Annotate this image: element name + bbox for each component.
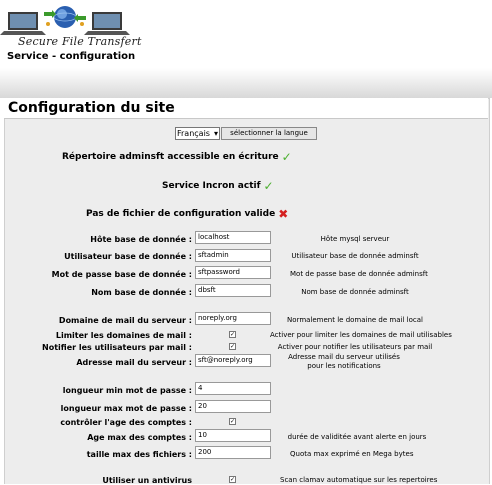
db-user-input[interactable]: sftadmin xyxy=(195,249,271,262)
cross-icon: ✖ xyxy=(278,207,289,221)
db-name-label: Nom base de donnée : xyxy=(91,288,192,297)
db-name-input[interactable]: dbsft xyxy=(195,284,271,297)
status-text: Service Incron actif xyxy=(162,181,261,191)
pw-min-input[interactable]: 4 xyxy=(195,382,271,395)
mail-limit-help: Activer pour limiter les domaines de mai… xyxy=(270,331,452,339)
age-max-help: durée de validitée avant alerte en jours xyxy=(287,433,427,441)
mail-notify-checkbox[interactable]: ✓ xyxy=(229,343,236,350)
antivirus-label: Utiliser un antivirus xyxy=(102,476,192,485)
check-icon: ✓ xyxy=(263,179,274,193)
pw-min-label: longueur min mot de passe : xyxy=(62,386,192,395)
db-host-help: Hôte mysql serveur xyxy=(320,235,390,243)
mail-limit-checkbox[interactable]: ✓ xyxy=(229,331,236,338)
mail-address-input[interactable]: sft@noreply.org xyxy=(195,354,271,367)
antivirus-checkbox[interactable]: ✓ xyxy=(229,476,236,483)
db-host-input[interactable]: localhost xyxy=(195,231,271,244)
pw-max-input[interactable]: 20 xyxy=(195,400,271,413)
db-user-help: Utilisateur base de donnée adminsft xyxy=(291,252,419,260)
check-icon: ✓ xyxy=(281,150,292,164)
mail-domain-help: Normalement le domaine de mail local xyxy=(287,316,423,324)
age-check-checkbox[interactable]: ✓ xyxy=(229,418,236,425)
status-config: Pas de fichier de configuration valide ✖ xyxy=(86,207,288,221)
age-check-label: contrôler l'age des comptes : xyxy=(60,418,192,427)
panel-title-divider xyxy=(4,118,488,119)
age-max-label: Age max des comptes : xyxy=(87,433,192,442)
page-subtitle: Service - configuration xyxy=(7,51,136,62)
db-user-label: Utilisateur base de donnée : xyxy=(64,252,192,261)
pw-max-label: longueur max mot de passe : xyxy=(60,404,192,413)
db-name-help: Nom base de donnée adminsft xyxy=(301,288,409,296)
status-incron: Service Incron actif ✓ xyxy=(162,179,274,193)
select-language-button[interactable]: sélectionner la langue xyxy=(221,127,317,140)
db-password-input[interactable]: sftpassword xyxy=(195,266,271,279)
header-separator xyxy=(0,68,492,98)
logo-text: Secure File Transfert xyxy=(18,35,142,48)
mail-domain-input[interactable]: noreply.org xyxy=(195,312,271,325)
db-password-label: Mot de passe base de donnée : xyxy=(51,270,192,279)
language-select-value: Français xyxy=(177,129,210,138)
mail-domain-label: Domaine de mail du serveur : xyxy=(58,316,192,325)
size-max-help: Quota max exprimé en Mega bytes xyxy=(290,450,414,458)
mail-limit-label: Limiter les domaines de mail : xyxy=(55,331,192,340)
mail-address-help: Adresse mail du serveur utilisés pour le… xyxy=(288,353,400,370)
panel-title: Configuration du site xyxy=(4,98,488,118)
status-writable: Répertoire adminsft accessible en écritu… xyxy=(62,150,292,164)
db-host-label: Hôte base de donnée : xyxy=(90,235,192,244)
status-text: Répertoire adminsft accessible en écritu… xyxy=(62,152,279,162)
mail-notify-help: Activer pour notifier les utilisateurs p… xyxy=(277,343,433,351)
status-text: Pas de fichier de configuration valide xyxy=(86,209,276,219)
age-max-input[interactable]: 10 xyxy=(195,429,271,442)
chevron-down-icon: ▾ xyxy=(213,129,218,138)
db-password-help: Mot de passe base de donnée adminsft xyxy=(290,270,428,278)
size-max-input[interactable]: 200 xyxy=(195,446,271,459)
mail-notify-label: Notifier les utilisateurs par mail : xyxy=(42,343,192,352)
language-select[interactable]: Français ▾ xyxy=(175,127,220,140)
mail-address-label: Adresse mail du serveur : xyxy=(76,358,192,367)
size-max-label: taille max des fichiers : xyxy=(86,450,192,459)
